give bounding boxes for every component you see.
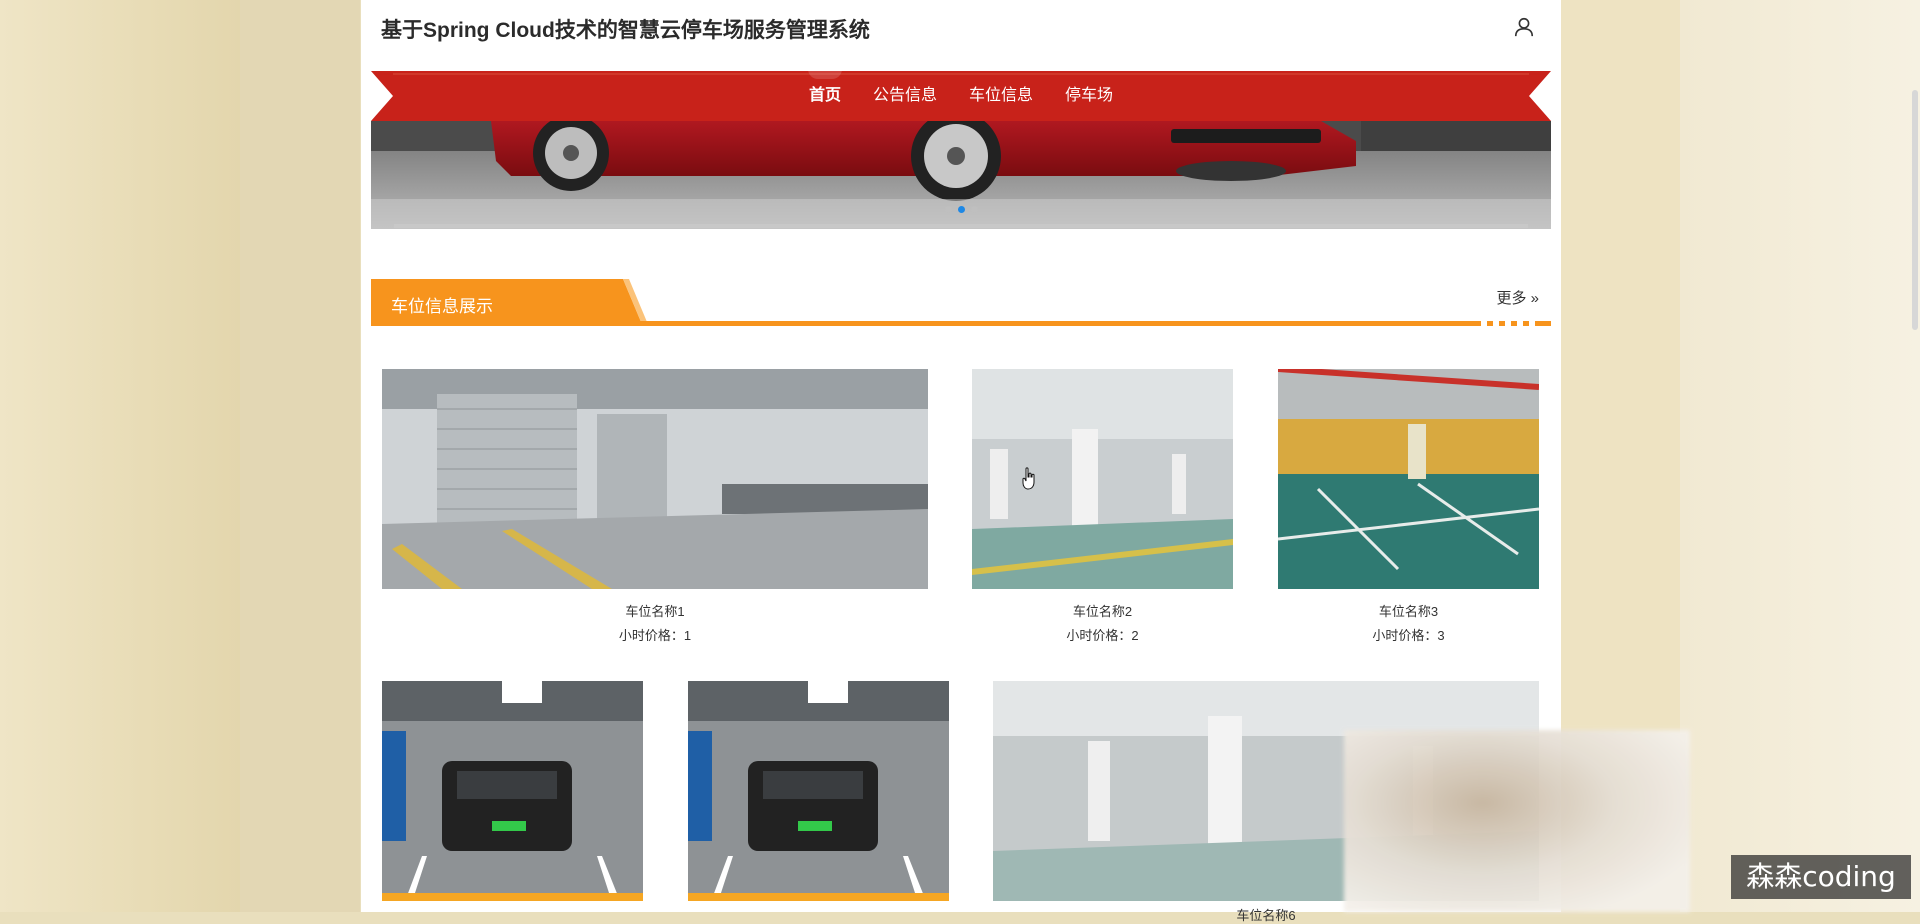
parking-card[interactable]: 车位名称1 小时价格：1 xyxy=(382,369,928,644)
site-header: 基于Spring Cloud技术的智慧云停车场服务管理系统 xyxy=(361,0,1561,58)
parking-card-image xyxy=(972,369,1233,589)
nav-item-announcements[interactable]: 公告信息 xyxy=(857,71,953,121)
main-navigation: 首页 公告信息 车位信息 停车场 xyxy=(371,69,1551,121)
parking-card[interactable] xyxy=(382,681,643,901)
parking-card-name: 车位名称2 xyxy=(1072,604,1133,619)
section-header: 车位信息展示 更多 » xyxy=(371,279,1551,327)
carousel-dot-2[interactable] xyxy=(957,206,965,213)
parking-card-price: 小时价格：1 xyxy=(618,628,692,643)
page-background-margin-left xyxy=(240,0,360,912)
parking-card-price: 小时价格：3 xyxy=(1372,628,1445,643)
nav-items: 首页 公告信息 车位信息 停车场 xyxy=(371,69,1551,121)
carousel-dot-3[interactable] xyxy=(970,206,978,213)
parking-card-name: 车位名称1 xyxy=(625,604,685,619)
carousel-indicators xyxy=(361,206,1561,213)
parking-card-image xyxy=(1278,369,1539,589)
scrollbar[interactable] xyxy=(1912,90,1918,330)
parking-card-price: 小时价格：2 xyxy=(1066,628,1139,643)
nav-item-parking-spaces[interactable]: 车位信息 xyxy=(953,71,1049,121)
parking-card-image xyxy=(382,681,643,901)
parking-card-image xyxy=(688,681,949,901)
parking-card[interactable] xyxy=(688,681,949,901)
parking-card-image xyxy=(382,369,928,589)
section-header-decoration xyxy=(371,279,1551,326)
user-icon[interactable] xyxy=(1513,16,1535,38)
more-link-label: 更多 xyxy=(1496,290,1527,307)
nav-item-home[interactable]: 首页 xyxy=(793,69,857,121)
parking-card[interactable]: 车位名称3 小时价格：3 xyxy=(1278,369,1539,644)
page-background-right xyxy=(1680,0,1920,912)
hand-cursor-icon xyxy=(1022,467,1035,490)
banner-shadow xyxy=(394,224,1528,228)
site-title: 基于Spring Cloud技术的智慧云停车场服务管理系统 xyxy=(381,19,870,42)
section-title: 车位信息展示 xyxy=(391,297,493,316)
watermark: 森森coding xyxy=(1731,855,1911,899)
blurred-overlay xyxy=(1344,730,1690,912)
parking-card[interactable]: 车位名称2 小时价格：2 xyxy=(972,369,1233,644)
page-background-left xyxy=(0,0,240,912)
carousel-dot-1[interactable] xyxy=(944,206,952,213)
double-chevron-right-icon: » xyxy=(1530,290,1539,307)
nav-item-parking-lots[interactable]: 停车场 xyxy=(1049,71,1129,121)
more-link[interactable]: 更多 » xyxy=(1496,287,1539,308)
parking-card-name: 车位名称3 xyxy=(1378,604,1439,619)
